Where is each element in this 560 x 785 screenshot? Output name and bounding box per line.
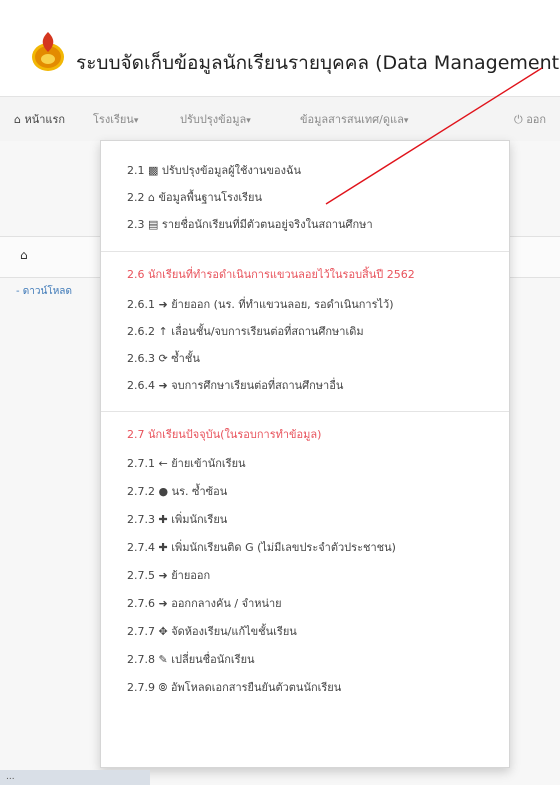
arrow-right-icon: ➜ [158, 298, 168, 311]
menu-item-label: รายชื่อนักเรียนที่มีตัวตนอยู่จริงในสถานศ… [161, 218, 373, 231]
menu-item-2-7-3[interactable]: 2.7.3 ✚ เพิ่มนักเรียน [127, 510, 227, 528]
menu-item-label: จบการศึกษาเรียนต่อที่สถานศึกษาอื่น [171, 379, 344, 392]
menu-item-label: จัดห้องเรียน/แก้ไขชั้นเรียน [171, 625, 297, 638]
menu-divider [101, 251, 509, 252]
nav-logout-label: ออก [526, 113, 547, 126]
arrow-up-icon: ↑ [158, 325, 168, 338]
menu-item-2-1[interactable]: 2.1 ▩ ปรับปรุงข้อมูลผู้ใช้งานของฉัน [127, 161, 301, 179]
list-icon: ▤ [148, 218, 159, 231]
menu-item-num: 2.3 [127, 218, 145, 231]
menu-item-2-7-1[interactable]: 2.7.1 ← ย้ายเข้านักเรียน [127, 454, 246, 472]
menu-item-2-6-1[interactable]: 2.6.1 ➜ ย้ายออก (นร. ที่ทำแขวนลอย, รอดำเ… [127, 295, 394, 313]
menu-item-2-6-4[interactable]: 2.6.4 ➜ จบการศึกษาเรียนต่อที่สถานศึกษาอื… [127, 376, 343, 394]
chevron-down-icon: ▾ [403, 116, 409, 126]
menu-item-label: เลื่อนชั้น/จบการเรียนต่อที่สถานศึกษาเดิม [171, 325, 364, 338]
menu-divider [101, 411, 509, 412]
menu-item-num: 2.7.3 [127, 513, 155, 526]
school-dropdown-menu: 2.1 ▩ ปรับปรุงข้อมูลผู้ใช้งานของฉัน 2.2 … [100, 140, 510, 768]
breadcrumb-home-icon[interactable]: ⌂ [20, 248, 28, 262]
menu-item-2-3[interactable]: 2.3 ▤ รายชื่อนักเรียนที่มีตัวตนอยู่จริงใ… [127, 215, 373, 233]
menu-item-label: เพิ่มนักเรียนติด G (ไม่มีเลขประจำตัวประช… [171, 541, 396, 554]
nav-home-label: หน้าแรก [24, 113, 66, 126]
menu-item-2-7-8[interactable]: 2.7.8 ✎ เปลี่ยนชื่อนักเรียน [127, 650, 255, 668]
menu-item-num: 2.6.1 [127, 298, 155, 311]
top-navbar: ⌂ หน้าแรก โรงเรียน▾ ปรับปรุงข้อมูล▾ ข้อม… [0, 96, 560, 142]
home-icon: ⌂ [14, 113, 21, 126]
menu-item-label: อัพโหลดเอกสารยืนยันตัวตนนักเรียน [170, 681, 342, 694]
menu-item-num: 2.6.4 [127, 379, 155, 392]
menu-item-label: เพิ่มนักเรียน [171, 513, 228, 526]
status-bar: ... [0, 770, 150, 785]
user-icon: ▩ [148, 164, 159, 177]
school-logo-icon [32, 32, 64, 71]
menu-item-2-6-3[interactable]: 2.6.3 ⟳ ซ้ำชั้น [127, 349, 200, 367]
menu-item-label: ปรับปรุงข้อมูลผู้ใช้งานของฉัน [161, 164, 302, 177]
menu-item-num: 2.6.2 [127, 325, 155, 338]
menu-item-2-2[interactable]: 2.2 ⌂ ข้อมูลพื้นฐานโรงเรียน [127, 188, 262, 206]
arrow-left-icon: ← [158, 457, 168, 470]
menu-item-num: 2.7.9 [127, 681, 155, 694]
arrow-right-icon: ➜ [158, 379, 168, 392]
menu-item-label: ย้ายออก [171, 569, 211, 582]
nav-update[interactable]: ปรับปรุงข้อมูล▾ [180, 110, 251, 128]
refresh-icon: ⟳ [158, 352, 168, 365]
nav-logout[interactable]: ⏻ ออก [514, 110, 546, 128]
menu-item-label: ซ้ำชั้น [171, 352, 200, 365]
menu-item-2-7-6[interactable]: 2.7.6 ➜ ออกกลางคัน / จำหน่าย [127, 594, 282, 612]
nav-update-label: ปรับปรุงข้อมูล [180, 113, 247, 126]
menu-item-num: 2.6.3 [127, 352, 155, 365]
menu-group-header-2-6: 2.6 นักเรียนที่ทำรอดำเนินการแขวนลอยไว้ใน… [127, 268, 415, 281]
nav-home[interactable]: ⌂ หน้าแรก [14, 110, 65, 128]
nav-school[interactable]: โรงเรียน▾ [93, 110, 138, 128]
app-header: ระบบจัดเก็บข้อมูลนักเรียนรายบุคคล (Data … [0, 0, 560, 88]
arrow-right-icon: ➜ [158, 597, 168, 610]
arrow-right-icon: ➜ [158, 569, 168, 582]
home-icon: ⌂ [148, 191, 155, 204]
menu-item-2-7-7[interactable]: 2.7.7 ✥ จัดห้องเรียน/แก้ไขชั้นเรียน [127, 622, 297, 640]
nav-report[interactable]: ข้อมูลสารสนเทศ/ดูแล▾ [300, 110, 408, 128]
menu-item-label: นร. ซ้ำซ้อน [171, 485, 228, 498]
pencil-icon: ✎ [158, 653, 168, 666]
menu-item-label: ออกกลางคัน / จำหน่าย [171, 597, 282, 610]
menu-item-num: 2.2 [127, 191, 145, 204]
menu-item-label: ข้อมูลพื้นฐานโรงเรียน [158, 191, 262, 204]
menu-item-label: ย้ายเข้านักเรียน [171, 457, 246, 470]
move-icon: ✥ [158, 625, 168, 638]
menu-item-num: 2.7.5 [127, 569, 155, 582]
menu-item-label: ย้ายออก (นร. ที่ทำแขวนลอย, รอดำเนินการไว… [171, 298, 394, 311]
menu-item-num: 2.7.8 [127, 653, 155, 666]
menu-item-2-7-2[interactable]: 2.7.2 ● นร. ซ้ำซ้อน [127, 482, 227, 500]
menu-item-2-7-9[interactable]: 2.7.9 ⦾ อัพโหลดเอกสารยืนยันตัวตนนักเรียน [127, 678, 341, 696]
chevron-down-icon: ▾ [133, 116, 139, 126]
menu-item-2-6-2[interactable]: 2.6.2 ↑ เลื่อนชั้น/จบการเรียนต่อที่สถานศ… [127, 322, 364, 340]
menu-item-num: 2.1 [127, 164, 145, 177]
circle-icon: ● [158, 485, 169, 498]
power-icon: ⏻ [514, 113, 523, 126]
menu-item-num: 2.7.6 [127, 597, 155, 610]
menu-item-num: 2.7.1 [127, 457, 155, 470]
plus-icon: ✚ [158, 541, 168, 554]
app-title: ระบบจัดเก็บข้อมูลนักเรียนรายบุคคล (Data … [76, 52, 560, 74]
menu-item-num: 2.7.4 [127, 541, 155, 554]
menu-item-2-7-4[interactable]: 2.7.4 ✚ เพิ่มนักเรียนติด G (ไม่มีเลขประจ… [127, 538, 396, 556]
menu-item-2-7-5[interactable]: 2.7.5 ➜ ย้ายออก [127, 566, 210, 584]
menu-item-num: 2.7.2 [127, 485, 155, 498]
nav-report-label: ข้อมูลสารสนเทศ/ดูแล [300, 113, 404, 126]
plus-icon: ✚ [158, 513, 168, 526]
chevron-down-icon: ▾ [246, 116, 251, 126]
upload-icon: ⦾ [158, 681, 168, 694]
download-link[interactable]: - ดาวน์โหลด [16, 284, 72, 299]
menu-item-label: เปลี่ยนชื่อนักเรียน [171, 653, 255, 666]
nav-school-label: โรงเรียน [93, 113, 134, 126]
menu-item-num: 2.7.7 [127, 625, 155, 638]
menu-group-header-2-7: 2.7 นักเรียนปัจจุบัน(ในรอบการทำข้อมูล) [127, 428, 322, 441]
